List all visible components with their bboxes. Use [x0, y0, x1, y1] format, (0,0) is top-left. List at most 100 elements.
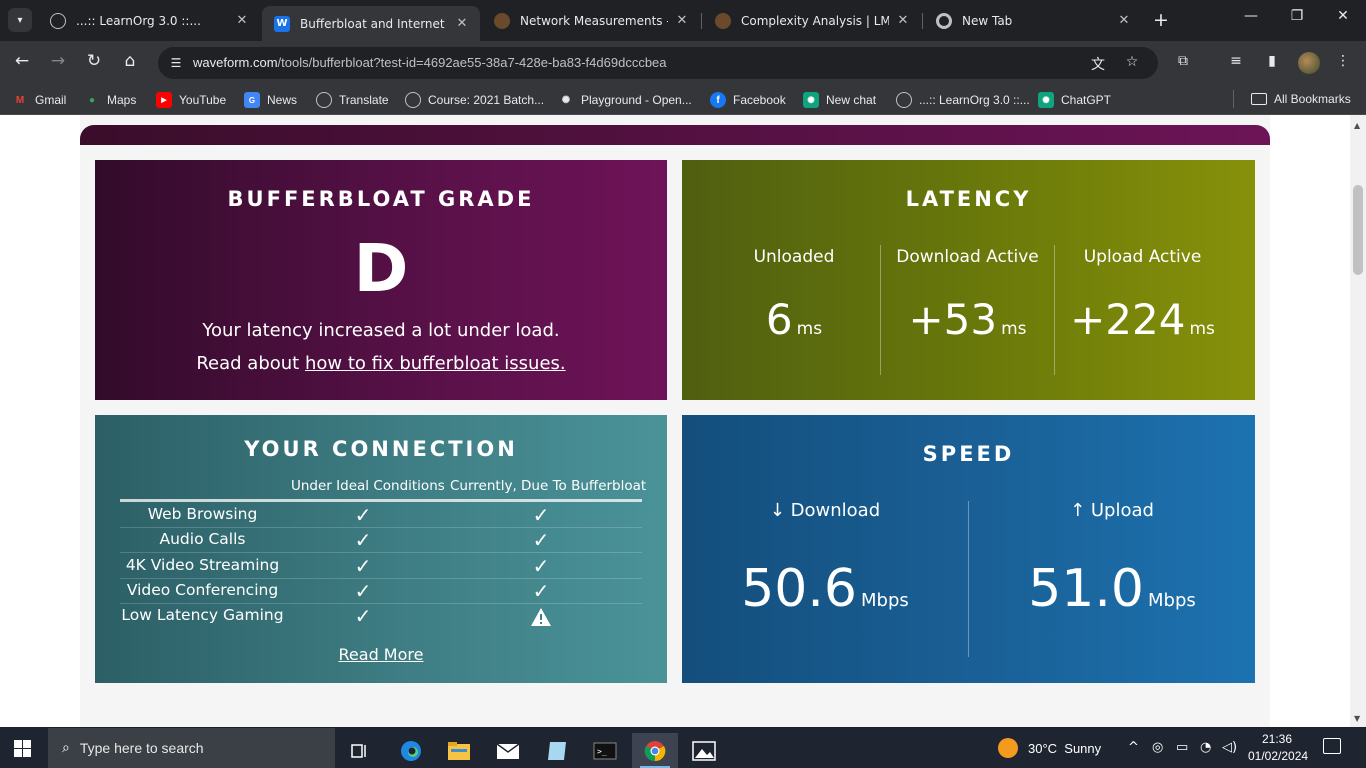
side-panel-icon[interactable]: ▮ [1261, 53, 1283, 69]
system-clock[interactable]: 21:36 01/02/2024 [1248, 731, 1309, 765]
bookmark-label: Facebook [733, 93, 786, 107]
bookmark-facebook[interactable]: f Facebook [710, 92, 786, 108]
maps-icon: ● [88, 94, 96, 106]
terminal-icon[interactable]: >_ [582, 733, 628, 768]
url-path: /tools/bufferbloat?test-id=4692ae55-38a7… [277, 55, 667, 70]
file-explorer-icon[interactable] [436, 733, 482, 768]
latency-upload-active: Upload Active +224 ms [1055, 245, 1230, 375]
bookmark-youtube[interactable]: ▶ YouTube [156, 92, 226, 108]
media-controls-icon[interactable]: ≡ [1225, 53, 1247, 69]
tab-bufferbloat[interactable]: W Bufferbloat and Internet Spe ✕ [262, 6, 480, 41]
read-more-link[interactable]: Read More [95, 645, 667, 664]
speed-card: SPEED ↓ Download 50.6 Mbps ↑ Upload 51.0 M… [682, 415, 1255, 683]
tab-title: New Tab [962, 13, 1013, 28]
tab-title: Complexity Analysis | LMS [741, 13, 889, 28]
bookmark-label: Gmail [35, 93, 67, 107]
show-hidden-icons-icon[interactable]: ^ [1128, 740, 1139, 755]
address-bar[interactable]: ☰ waveform.com/tools/bufferbloat?test-id… [158, 47, 1158, 79]
bookmark-course[interactable]: Course: 2021 Batch... [405, 92, 544, 108]
checkmark-icon: ✓ [532, 578, 550, 603]
row-label: Low Latency Gaming [121, 606, 284, 625]
bookmark-translate[interactable]: Translate [316, 92, 389, 108]
bookmark-maps[interactable]: ● Maps [84, 92, 136, 108]
bookmark-new-chat[interactable]: ✺ New chat [803, 92, 876, 108]
task-view-icon[interactable] [337, 733, 383, 768]
forward-icon[interactable]: → [46, 51, 70, 71]
bookmark-label: New chat [826, 93, 877, 107]
profile-avatar[interactable] [1298, 52, 1320, 74]
close-icon[interactable]: ✕ [454, 16, 470, 31]
table-row: Web Browsing ✓ ✓ [120, 503, 642, 528]
latency-label: Upload Active [1083, 247, 1202, 267]
new-tab-button[interactable]: + [1150, 9, 1172, 31]
table-row: Video Conferencing ✓ ✓ [120, 579, 642, 604]
page-scrollbar[interactable]: ▲ ▼ [1350, 115, 1366, 727]
bookmark-playground[interactable]: ✺ Playground - Open... [558, 92, 692, 108]
bufferbloat-grade-card: BUFFERBLOAT GRADE D Your latency increas… [95, 160, 667, 400]
home-icon[interactable]: ⌂ [118, 51, 142, 71]
close-window-icon[interactable]: ✕ [1328, 8, 1358, 24]
weather-widget[interactable]: 30°C Sunny [998, 738, 1101, 758]
latency-unit: ms [796, 319, 823, 339]
tab-search-chevron-icon[interactable]: ▾ [8, 8, 32, 32]
wifi-icon[interactable]: ◔ [1200, 740, 1211, 755]
battery-icon[interactable]: ▭ [1176, 740, 1188, 755]
results-container: BUFFERBLOAT GRADE D Your latency increas… [80, 115, 1270, 727]
volume-icon[interactable]: ◁) [1222, 740, 1237, 755]
all-bookmarks-button[interactable]: All Bookmarks [1251, 92, 1351, 106]
bookmark-label: Translate [339, 93, 389, 107]
extensions-icon[interactable]: ⧉ [1172, 53, 1194, 69]
bookmark-news[interactable]: G News [244, 92, 297, 108]
tab-network-measurements[interactable]: Network Measurements - Tr ✕ [482, 6, 700, 35]
menu-icon[interactable]: ⋮ [1332, 53, 1354, 69]
tab-separator [922, 13, 923, 29]
upload-value: 51.0 [1028, 559, 1144, 619]
tab-title: Network Measurements - Tr [520, 13, 668, 28]
bookmark-gmail[interactable]: M Gmail [12, 92, 67, 108]
upload-label: ↑ Upload [1070, 500, 1154, 521]
youtube-icon: ▶ [156, 92, 172, 108]
restore-icon[interactable]: ❐ [1282, 8, 1312, 24]
tab-learnorg[interactable]: ...:: LearnOrg 3.0 ::... ✕ [38, 6, 260, 35]
download-speed: ↓ Download 50.6 Mbps [682, 500, 968, 619]
taskbar-search-box[interactable]: ⌕ Type here to search [48, 728, 335, 768]
notification-icon[interactable] [1323, 738, 1341, 754]
header-strip [80, 125, 1270, 145]
grade-heading: BUFFERBLOAT GRADE [227, 187, 535, 211]
scroll-up-icon[interactable]: ▲ [1354, 121, 1360, 130]
bookmark-label: Course: 2021 Batch... [428, 93, 545, 107]
read-prefix: Read about [196, 353, 305, 374]
mail-icon[interactable] [485, 733, 531, 768]
back-icon[interactable]: ← [10, 51, 34, 71]
minimize-icon[interactable]: — [1236, 8, 1266, 24]
folder-icon [1251, 93, 1267, 105]
meet-now-icon[interactable]: ◎ [1152, 740, 1163, 755]
scroll-down-icon[interactable]: ▼ [1354, 714, 1360, 723]
site-info-icon[interactable]: ☰ [166, 53, 186, 73]
close-icon[interactable]: ✕ [234, 13, 250, 28]
latency-unit: ms [1001, 319, 1027, 339]
scrollbar-thumb[interactable] [1353, 185, 1363, 275]
download-value: 50.6 [741, 559, 857, 619]
close-icon[interactable]: ✕ [895, 13, 911, 28]
clock-date: 01/02/2024 [1248, 749, 1309, 763]
close-icon[interactable]: ✕ [1116, 13, 1132, 28]
url-text[interactable]: waveform.com/tools/bufferbloat?test-id=4… [193, 55, 667, 70]
translate-icon[interactable]: 文 [1088, 54, 1108, 74]
notes-app-icon[interactable] [534, 733, 580, 768]
close-icon[interactable]: ✕ [674, 13, 690, 28]
bookmark-star-icon[interactable]: ☆ [1122, 54, 1142, 70]
chrome-taskbar-icon[interactable] [632, 733, 678, 768]
tab-complexity-analysis[interactable]: Complexity Analysis | LMS ✕ [703, 6, 921, 35]
latency-unloaded: Unloaded 6 ms [708, 245, 880, 375]
edge-icon[interactable] [388, 733, 434, 768]
tab-new-tab[interactable]: New Tab ✕ [924, 6, 1142, 35]
checkmark-icon: ✓ [354, 528, 372, 553]
windows-start-icon[interactable] [14, 740, 31, 757]
photos-icon[interactable] [681, 733, 727, 768]
reload-icon[interactable]: ↻ [82, 51, 106, 71]
page-viewport: BUFFERBLOAT GRADE D Your latency increas… [0, 115, 1350, 727]
fix-bufferbloat-link[interactable]: how to fix bufferbloat issues. [305, 353, 566, 374]
bookmark-learnorg[interactable]: ...:: LearnOrg 3.0 ::... [896, 92, 1030, 108]
bookmark-chatgpt[interactable]: ✺ ChatGPT [1038, 92, 1111, 108]
